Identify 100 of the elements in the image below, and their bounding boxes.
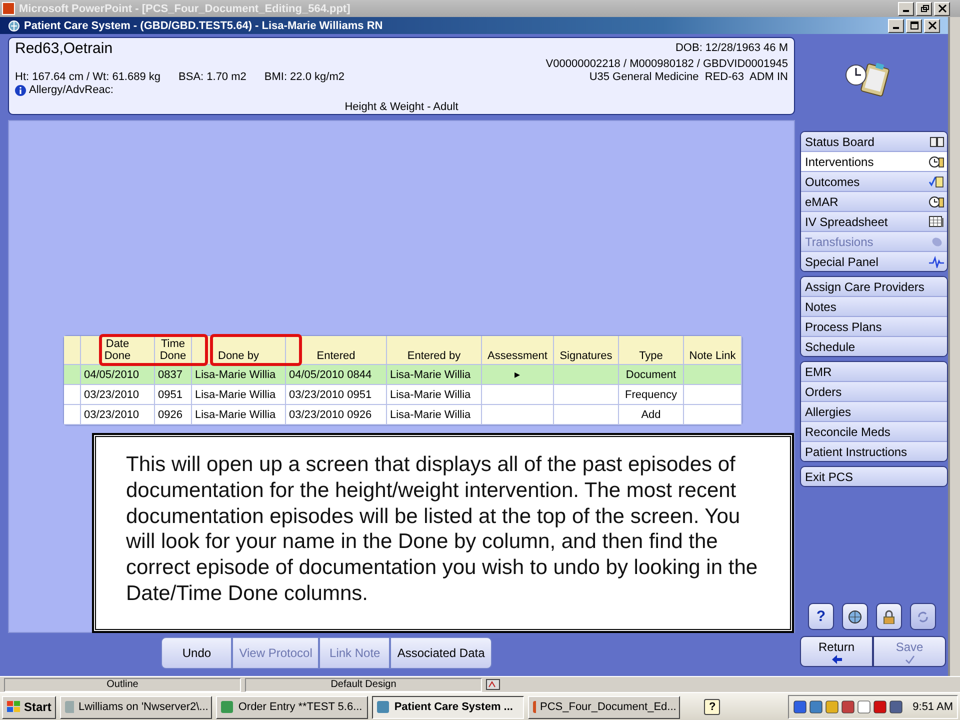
- height-weight-text: Ht: 167.64 cm / Wt: 61.689 kg: [15, 71, 161, 84]
- tray-icon[interactable]: [792, 700, 807, 714]
- column-header: Assessment: [482, 336, 554, 364]
- book-icon: [930, 136, 944, 147]
- minimize-button[interactable]: [898, 2, 914, 16]
- globe-icon: [848, 610, 862, 624]
- tray-icon[interactable]: [808, 700, 823, 714]
- table-cell: Frequency: [619, 385, 684, 404]
- close-icon: [938, 4, 946, 13]
- lock-button[interactable]: [876, 603, 902, 630]
- nav-item[interactable]: EMR: [801, 362, 947, 382]
- nav-item[interactable]: Orders: [801, 382, 947, 402]
- start-button[interactable]: Start: [2, 696, 56, 718]
- table-cell: 04/05/2010 0844: [286, 365, 387, 384]
- status-bar-text: Default Design: [245, 678, 482, 692]
- pulse-icon: [929, 256, 944, 268]
- nav-item[interactable]: Allergies: [801, 402, 947, 422]
- return-button[interactable]: Return: [800, 636, 873, 667]
- patient-ids: V00000002218 / M000980182 / GBDVID0001945: [546, 58, 788, 71]
- pill-icon: [930, 236, 944, 248]
- table-row[interactable]: 04/05/2010 0837 Lisa-Marie Willia 04/05/2010 0844 Lisa-Marie Willia ▸ Document: [64, 365, 742, 385]
- nav-item[interactable]: Reconcile Meds: [801, 422, 947, 442]
- close-button[interactable]: [934, 2, 950, 16]
- column-header: Date Done: [81, 336, 155, 364]
- app-icon: [220, 700, 234, 714]
- form-subtitle: Height & Weight - Adult: [344, 101, 460, 113]
- nav-item[interactable]: IV Spreadsheet: [801, 212, 947, 232]
- restore-icon: [920, 4, 928, 13]
- taskbar-button[interactable]: PCS_Four_Document_Ed...: [528, 696, 680, 718]
- lock-icon: [883, 610, 895, 624]
- table-cell: Lisa-Marie Willia: [192, 385, 286, 404]
- table-cell: 03/23/2010: [81, 405, 155, 424]
- refresh-icon: [916, 610, 930, 624]
- table-row[interactable]: 03/23/2010 0951 Lisa-Marie Willia 03/23/2010 0951 Lisa-Marie Willia Frequency: [64, 385, 742, 405]
- nav-item[interactable]: Patient Instructions: [801, 442, 947, 461]
- nav-item[interactable]: Interventions: [801, 152, 947, 172]
- nav-item[interactable]: Notes: [801, 297, 947, 317]
- column-header: Done by: [192, 336, 286, 364]
- checklist-icon: [929, 176, 944, 188]
- maximize-button[interactable]: [906, 18, 922, 32]
- column-header: Type: [619, 336, 684, 364]
- app-logo-icon: [2, 2, 15, 15]
- patient-name: Red63,Oetrain: [15, 40, 113, 58]
- minimize-button[interactable]: [888, 18, 904, 32]
- clock-text: 9:51 AM: [912, 701, 953, 713]
- bsa-text: BSA: 1.70 m2: [178, 71, 246, 84]
- taskbar-button[interactable]: Patient Care System ...: [372, 696, 524, 718]
- tray-icon[interactable]: [856, 700, 871, 714]
- check-icon: [904, 654, 914, 664]
- table-cell: 0926: [155, 405, 192, 424]
- nav-item[interactable]: Assign Care Providers: [801, 277, 947, 297]
- nav-item[interactable]: Schedule: [801, 337, 947, 356]
- nav-item[interactable]: Process Plans: [801, 317, 947, 337]
- nav-item[interactable]: Exit PCS: [801, 467, 947, 486]
- restore-button[interactable]: [916, 2, 932, 16]
- help-button[interactable]: ?: [704, 699, 720, 715]
- table-cell: 03/23/2010 0951: [286, 385, 387, 404]
- tray-icon[interactable]: [872, 700, 887, 714]
- nav-item[interactable]: Outcomes: [801, 172, 947, 192]
- close-button[interactable]: [924, 18, 940, 32]
- nav-item[interactable]: eMAR: [801, 192, 947, 212]
- table-cell: Lisa-Marie Willia: [387, 365, 482, 384]
- table-cell: 0837: [155, 365, 192, 384]
- app-icon: [64, 700, 74, 714]
- tray-icon[interactable]: [824, 700, 839, 714]
- action-button[interactable]: Undo: [161, 637, 232, 669]
- patient-dob: DOB: 12/28/1963 46 M: [675, 41, 788, 55]
- tray-icon[interactable]: [888, 700, 903, 714]
- maximize-icon: [910, 21, 918, 30]
- globe-button[interactable]: [842, 603, 868, 630]
- help-button[interactable]: ?: [808, 603, 834, 630]
- status-bar-text: Outline: [4, 678, 241, 692]
- tray-icon[interactable]: [840, 700, 855, 714]
- clock-icon: [929, 196, 944, 208]
- table-cell: 0951: [155, 385, 192, 404]
- spreadsheet-icon: [929, 216, 944, 228]
- globe-icon: [8, 20, 20, 32]
- table-cell: 03/23/2010: [81, 385, 155, 404]
- clock-icon: [929, 156, 944, 168]
- patient-location: U35 General Medicine RED-63 ADM IN: [589, 71, 788, 84]
- close-icon: [928, 21, 936, 30]
- table-cell: Lisa-Marie Willia: [192, 405, 286, 424]
- table-cell: Document: [619, 365, 684, 384]
- taskbar-button[interactable]: Lwilliams on 'Nwserver2\...: [60, 696, 212, 718]
- table-cell: Lisa-Marie Willia: [387, 385, 482, 404]
- allergy-label: Allergy/AdvReac:: [29, 84, 114, 97]
- table-cell: 04/05/2010: [81, 365, 155, 384]
- table-row[interactable]: 03/23/2010 0926 Lisa-Marie Willia 03/23/2010 0926 Lisa-Marie Willia Add: [64, 405, 742, 425]
- windows-flag-icon: [7, 701, 21, 713]
- taskbar-button[interactable]: Order Entry **TEST 5.6...: [216, 696, 368, 718]
- column-header: Entered by: [387, 336, 482, 364]
- column-header: Entered: [286, 336, 387, 364]
- table-cell: Add: [619, 405, 684, 424]
- info-icon: [15, 85, 26, 96]
- nav-item[interactable]: Status Board: [801, 132, 947, 152]
- design-icon: [486, 679, 500, 690]
- nav-item[interactable]: Special Panel: [801, 252, 947, 271]
- table-cell: ▸: [482, 365, 554, 384]
- window-title: Patient Care System - (GBD/GBD.TEST5.64) - Lisa-Marie Williams RN: [24, 20, 384, 32]
- action-button[interactable]: Associated Data: [390, 637, 492, 669]
